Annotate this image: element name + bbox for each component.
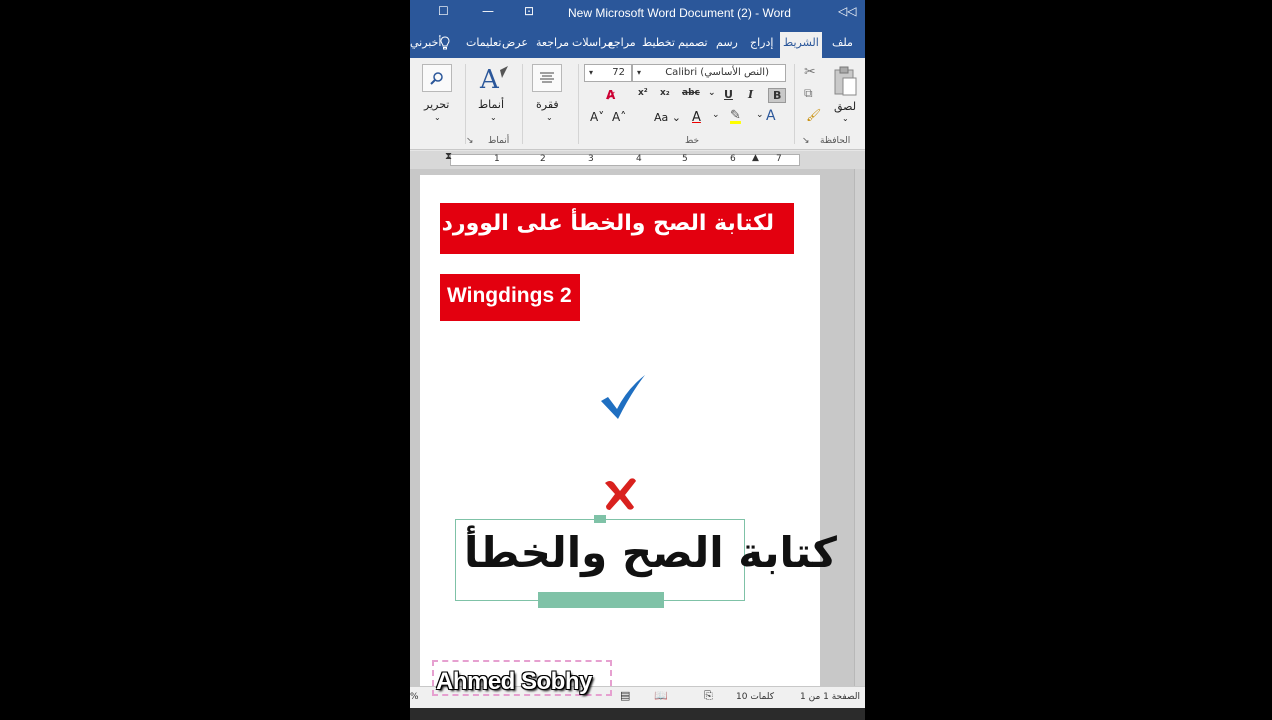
clipboard-group-label: الحافظة (820, 136, 851, 146)
separator (465, 64, 466, 144)
font-family-dropdown-icon[interactable]: ▾ (637, 68, 641, 77)
grow-font-icon[interactable]: A˄ (612, 110, 626, 124)
italic-button[interactable]: I (748, 88, 753, 101)
bold-button[interactable]: B (768, 88, 787, 103)
layout-options-handle[interactable] (538, 592, 664, 608)
indent-marker-icon[interactable]: ⧗ (445, 151, 452, 162)
font-group-label: خط (685, 136, 700, 146)
read-mode-icon[interactable]: 📖 (654, 689, 668, 702)
font-color-icon[interactable]: A (692, 110, 701, 125)
paragraph-button[interactable]: فقرة (536, 98, 559, 111)
lightbulb-icon[interactable] (440, 36, 450, 53)
word-window: ☐ — ⊡ New Microsoft Word Document (2) - … (410, 0, 865, 720)
font-launcher-icon[interactable]: ↘ (802, 136, 810, 146)
paste-dropdown-icon[interactable]: ⌄ (842, 114, 849, 123)
highlight-icon[interactable]: ✎ (730, 108, 741, 123)
separator (522, 64, 523, 144)
editing-button[interactable]: تحرير (424, 98, 449, 111)
tab-review[interactable]: مراجعة (536, 36, 569, 49)
tab-help[interactable]: تعليمات (466, 36, 501, 49)
ruler-number: 5 (682, 154, 688, 164)
rotate-handle[interactable] (594, 515, 606, 523)
horizontal-ruler[interactable]: 1 2 3 4 5 6 7 ⧗ ▲ (410, 151, 865, 169)
styles-dropdown-icon[interactable]: ⌄ (490, 113, 497, 122)
format-painter-icon[interactable]: 🖌 (806, 108, 821, 122)
cross-mark-icon (600, 475, 640, 517)
strike-dropdown-icon[interactable]: ⌄ (708, 88, 716, 98)
creator-watermark: Ahmed Sobhy (432, 660, 612, 696)
print-layout-icon[interactable]: ▤ (620, 689, 630, 702)
font-size-value: 72 (612, 67, 625, 78)
tab-design[interactable]: تصميم (678, 36, 708, 49)
tab-draw[interactable]: رسم (716, 36, 738, 49)
styles-button[interactable]: أنماط (478, 98, 504, 111)
styles-launcher-icon[interactable]: ↘ (466, 136, 474, 146)
font-size-dropdown-icon[interactable]: ▾ (589, 68, 593, 77)
document-area: لكتابة الصح والخطأ على الوورد Wingdings … (410, 169, 865, 686)
ruler-number: 7 (776, 154, 782, 164)
ruler-number: 4 (636, 154, 642, 164)
ribbon-tabs: ملف الشريط إدراج رسم تصميم تخطيط مراجع م… (410, 28, 865, 58)
textbox-text[interactable]: كتابة الصح والخطأ (464, 528, 837, 577)
underline-button[interactable]: U (724, 88, 733, 101)
ruler-number: 6 (730, 154, 736, 164)
font-color-dropdown-icon[interactable]: ⌄ (712, 110, 720, 120)
text-effects-icon[interactable]: A (766, 108, 776, 124)
paragraph-dropdown-icon[interactable]: ⌄ (546, 113, 553, 122)
find-icon[interactable] (422, 64, 452, 92)
paste-icon[interactable] (832, 66, 858, 98)
tab-tell-me[interactable]: أخبرني (410, 36, 441, 49)
watermark-text: Ahmed Sobhy (436, 668, 592, 695)
shrink-font-icon[interactable]: A˅ (590, 110, 604, 124)
paragraph-icon[interactable] (532, 64, 562, 92)
window-title: New Microsoft Word Document (2) - Word (568, 6, 791, 20)
tab-layout[interactable]: تخطيط (642, 36, 675, 49)
word-count[interactable]: 10 كلمات (736, 692, 774, 702)
right-indent-icon[interactable]: ▲ (752, 153, 759, 163)
tab-home[interactable]: الشريط (780, 32, 822, 58)
page-count[interactable]: الصفحة 1 من 1 (800, 692, 860, 702)
taskbar-strip (410, 708, 865, 720)
strikethrough-button[interactable]: abc (682, 88, 700, 98)
minimize-button[interactable]: — (482, 4, 494, 18)
collapse-icon[interactable]: ◁◁ (838, 4, 856, 18)
tab-view[interactable]: عرض (502, 36, 528, 49)
title-banner: لكتابة الصح والخطأ على الوورد (440, 203, 794, 254)
copy-icon[interactable]: ⧉ (804, 86, 813, 101)
superscript-button[interactable]: x² (638, 88, 648, 98)
highlight-dropdown-icon[interactable]: ⌄ (756, 110, 764, 120)
document-page[interactable]: لكتابة الصح والخطأ على الوورد Wingdings … (420, 175, 837, 686)
tab-mailings[interactable]: مراسلات (572, 36, 613, 49)
tab-file[interactable]: ملف (832, 36, 853, 49)
ruler-number: 1 (494, 154, 500, 164)
paste-button[interactable]: لصق (834, 100, 856, 113)
check-mark-icon (595, 371, 649, 429)
restore-button[interactable]: ☐ (438, 4, 449, 18)
title-bar: ☐ — ⊡ New Microsoft Word Document (2) - … (410, 0, 865, 28)
ribbon-display-button[interactable]: ⊡ (524, 4, 534, 18)
ruler-strip (450, 154, 800, 166)
proofing-icon[interactable]: ⎘ (704, 689, 713, 703)
ruler-number: 2 (540, 154, 546, 164)
cut-icon[interactable]: ✂ (804, 64, 816, 80)
subscript-button[interactable]: x₂ (660, 88, 670, 98)
ruler-number: 3 (588, 154, 594, 164)
change-case-icon[interactable]: Aa ⌄ (654, 111, 681, 124)
styles-icon[interactable]: A (478, 64, 512, 95)
tab-insert[interactable]: إدراج (750, 36, 773, 49)
ribbon: تحرير ⌄ A أنماط ⌄ أنماط ↘ فقرة ⌄ ▾ 72 ▾ … (410, 58, 865, 150)
styles-group-label: أنماط (488, 136, 510, 146)
editing-dropdown-icon[interactable]: ⌄ (434, 113, 441, 122)
font-family-combo[interactable]: ▾ Calibri (النص الأساسي) (632, 64, 786, 82)
vertical-ruler[interactable] (854, 169, 865, 686)
font-name-banner: Wingdings 2 (440, 274, 580, 321)
font-family-value: Calibri (النص الأساسي) (665, 67, 769, 78)
selected-text-box[interactable]: كتابة الصح والخطأ (455, 515, 837, 608)
svg-text:A: A (479, 65, 500, 94)
clear-formatting-icon[interactable]: A̷ (606, 88, 615, 102)
font-size-combo[interactable]: ▾ 72 (584, 64, 632, 82)
separator (578, 64, 579, 144)
zoom-level[interactable]: % (410, 692, 419, 702)
separator (794, 64, 795, 144)
